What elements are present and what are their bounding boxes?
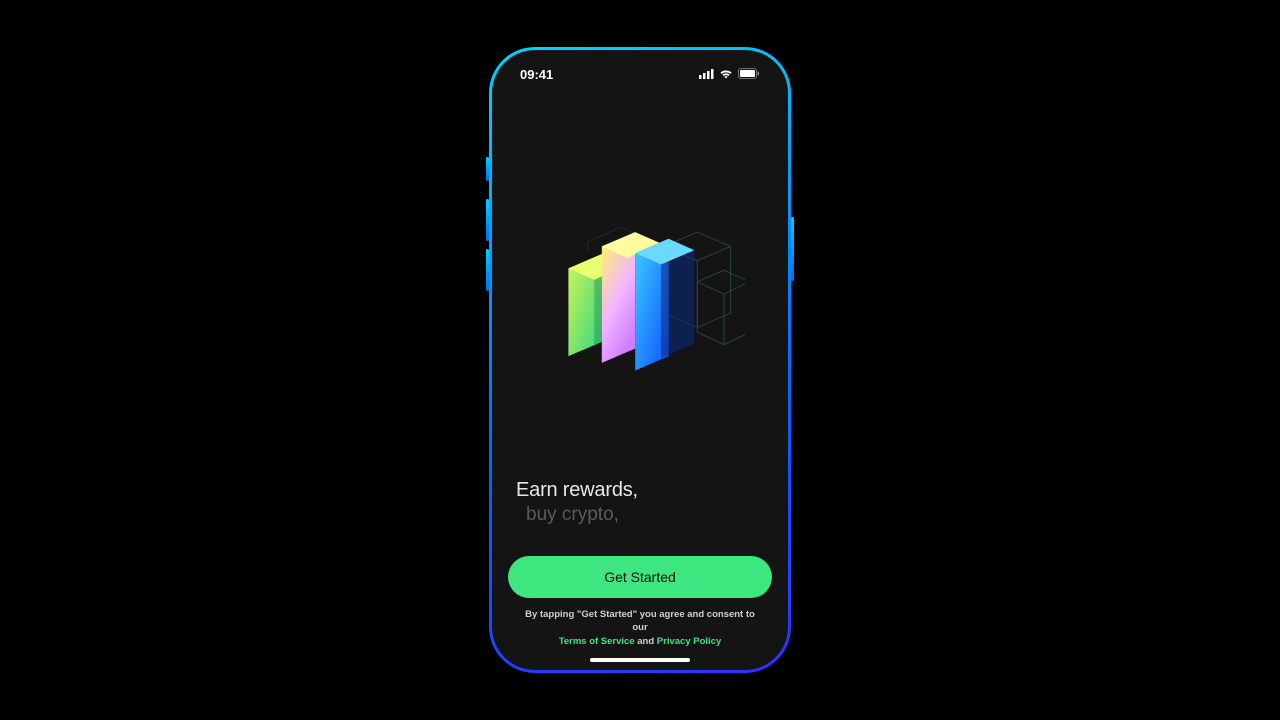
bars-3d-icon	[535, 213, 745, 380]
home-indicator[interactable]	[590, 658, 690, 662]
get-started-button[interactable]: Get Started	[508, 556, 772, 598]
tagline-line-2: buy crypto,	[516, 504, 764, 526]
phone-volume-down	[486, 249, 489, 291]
phone-screen: 09:41	[492, 50, 788, 670]
wifi-icon	[719, 67, 733, 82]
status-bar: 09:41	[492, 54, 788, 94]
onboarding-content: Earn rewards, buy crypto, Get Started By…	[492, 94, 788, 658]
legal-and: and	[635, 636, 657, 647]
status-time: 09:41	[520, 67, 553, 82]
hero-artwork	[508, 114, 772, 479]
status-icons	[699, 67, 760, 82]
phone-volume-up	[486, 199, 489, 241]
phone-side-button	[486, 157, 489, 181]
terms-of-service-link[interactable]: Terms of Service	[559, 636, 635, 647]
legal-text: By tapping "Get Started" you agree and c…	[508, 608, 772, 658]
legal-prefix: By tapping "Get Started" you agree and c…	[525, 609, 755, 633]
privacy-policy-link[interactable]: Privacy Policy	[657, 636, 721, 647]
phone-frame: 09:41	[489, 47, 791, 673]
tagline: Earn rewards, buy crypto,	[508, 479, 772, 556]
tagline-line-1: Earn rewards,	[516, 479, 764, 502]
battery-icon	[738, 67, 760, 82]
cellular-icon	[699, 67, 714, 82]
phone-power-button	[791, 217, 794, 281]
